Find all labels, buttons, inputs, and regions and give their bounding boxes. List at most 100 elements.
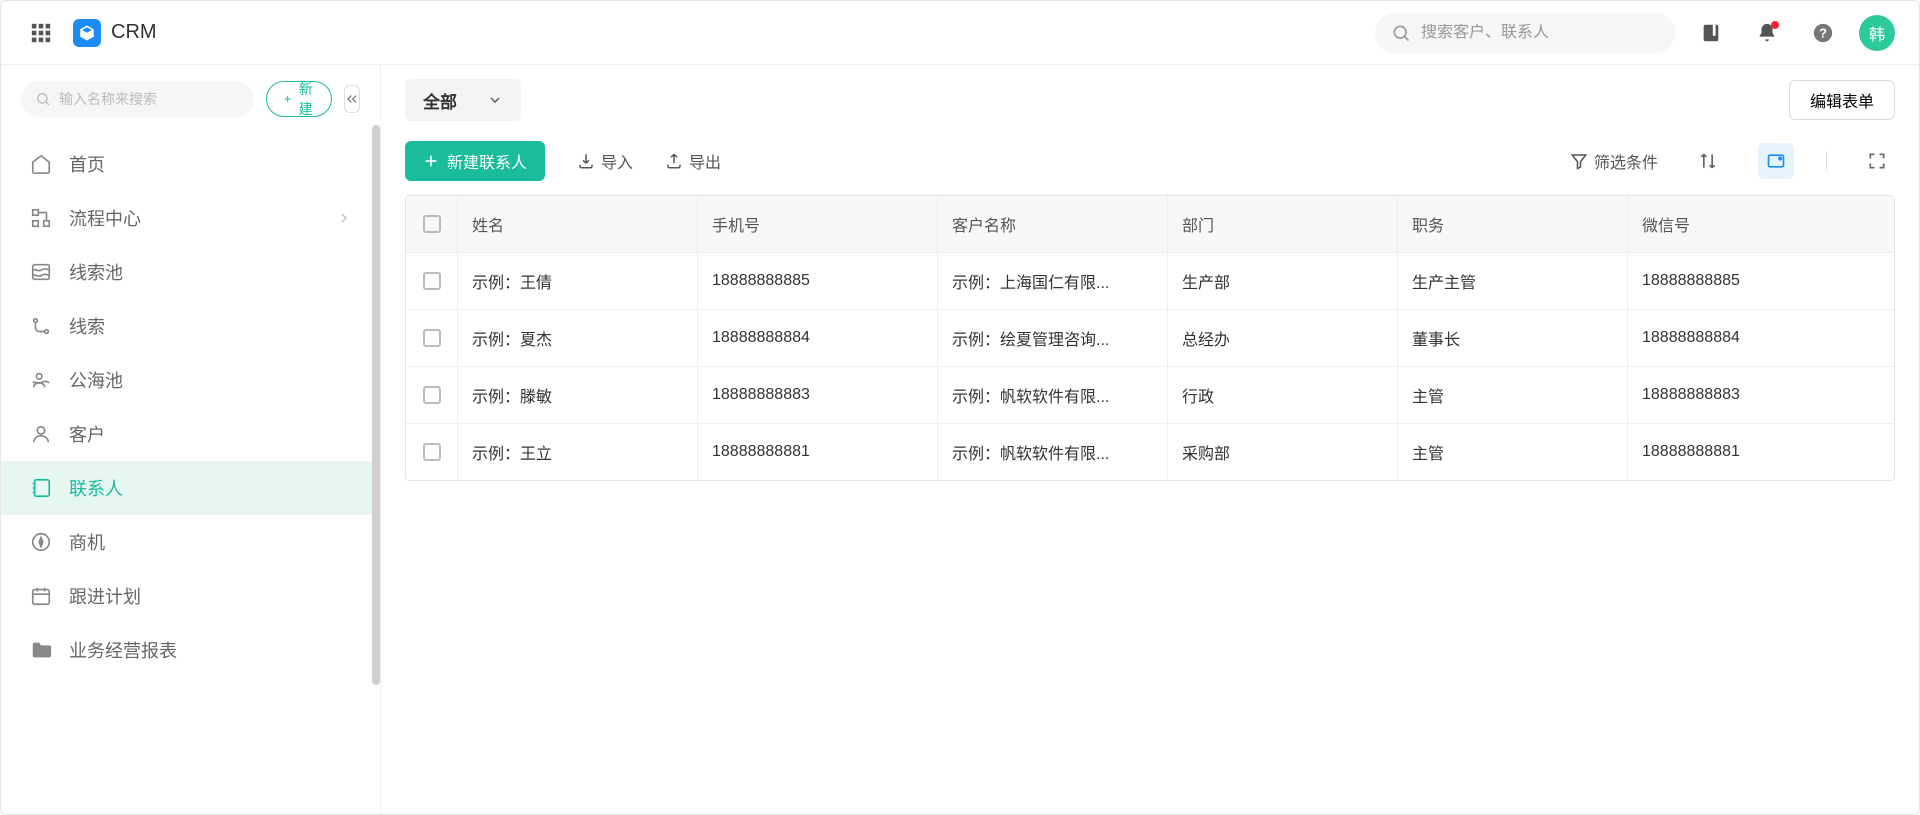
- sidebar-search-input[interactable]: [59, 91, 240, 107]
- app-grid-button[interactable]: [25, 17, 57, 49]
- table-header-row: 姓名 手机号 客户名称 部门 职务 微信号: [406, 196, 1894, 253]
- plus-icon: [423, 153, 439, 169]
- col-header-dept[interactable]: 部门: [1168, 196, 1398, 252]
- new-button[interactable]: 新建: [266, 81, 332, 117]
- export-label: 导出: [689, 149, 721, 173]
- nav-label: 线索: [69, 313, 352, 339]
- chevron-down-icon: [487, 92, 503, 108]
- chevron-right-icon: [336, 210, 352, 226]
- nav-label: 联系人: [69, 475, 352, 501]
- view-card-button[interactable]: [1758, 143, 1794, 179]
- nav-opportunities[interactable]: 商机: [1, 515, 380, 569]
- row-checkbox[interactable]: [423, 329, 441, 347]
- nav-public-pool[interactable]: 公海池: [1, 353, 380, 407]
- cell-phone: 18888888885: [698, 253, 938, 309]
- sidebar-search[interactable]: [21, 81, 254, 117]
- import-label: 导入: [601, 149, 633, 173]
- cell-dept: 生产部: [1168, 253, 1398, 309]
- calendar-icon: [30, 585, 52, 607]
- nav-label: 首页: [69, 151, 352, 177]
- export-icon: [665, 152, 683, 170]
- help-icon: ?: [1812, 22, 1834, 44]
- row-checkbox[interactable]: [423, 386, 441, 404]
- nav-label: 业务经营报表: [69, 637, 352, 663]
- app-name: CRM: [111, 21, 157, 44]
- nav-followup[interactable]: 跟进计划: [1, 569, 380, 623]
- waves-icon: [30, 261, 52, 283]
- global-search-input[interactable]: [1421, 24, 1659, 42]
- nav-customers[interactable]: 客户: [1, 407, 380, 461]
- cell-customer: 示例：帆软软件有限...: [938, 367, 1168, 423]
- apps-grid-icon: [30, 22, 52, 44]
- target-icon: [30, 531, 52, 553]
- app-logo[interactable]: CRM: [73, 19, 157, 47]
- nav-home[interactable]: 首页: [1, 137, 380, 191]
- chevron-double-left-icon: [345, 92, 359, 106]
- import-icon: [577, 152, 595, 170]
- view-filter-select[interactable]: 全部: [405, 79, 521, 121]
- fullscreen-button[interactable]: [1859, 143, 1895, 179]
- table-row[interactable]: 示例：滕敏 18888888883 示例：帆软软件有限... 行政 主管 188…: [406, 367, 1894, 424]
- table-row[interactable]: 示例：王倩 18888888885 示例：上海国仁有限... 生产部 生产主管 …: [406, 253, 1894, 310]
- new-button-label: 新建: [296, 79, 315, 119]
- toolbar: 新建联系人 导入 导出 筛选条件: [405, 135, 1895, 195]
- home-icon: [30, 153, 52, 175]
- table-row[interactable]: 示例：夏杰 18888888884 示例：绘夏管理咨询... 总经办 董事长 1…: [406, 310, 1894, 367]
- user-icon: [30, 423, 52, 445]
- col-header-name[interactable]: 姓名: [458, 196, 698, 252]
- table-row[interactable]: 示例：王立 18888888881 示例：帆软软件有限... 采购部 主管 18…: [406, 424, 1894, 480]
- nav-contacts[interactable]: 联系人: [1, 461, 380, 515]
- topbar: CRM ? 韩: [1, 1, 1919, 65]
- export-button[interactable]: 导出: [665, 149, 721, 173]
- cell-dept: 总经办: [1168, 310, 1398, 366]
- sidebar: 新建 首页 流程中心 线索池: [1, 65, 381, 814]
- cell-dept: 行政: [1168, 367, 1398, 423]
- user-avatar[interactable]: 韩: [1859, 15, 1895, 51]
- cell-wechat: 18888888885: [1628, 253, 1894, 309]
- sidebar-scrollbar[interactable]: [372, 125, 380, 685]
- nav-reports[interactable]: 业务经营报表: [1, 623, 380, 677]
- cell-phone: 18888888884: [698, 310, 938, 366]
- edit-form-button[interactable]: 编辑表单: [1789, 80, 1895, 120]
- notifications-button[interactable]: [1747, 13, 1787, 53]
- sort-icon: [1698, 151, 1718, 171]
- cell-wechat: 18888888884: [1628, 310, 1894, 366]
- cell-name: 示例：夏杰: [458, 310, 698, 366]
- new-contact-label: 新建联系人: [447, 149, 527, 173]
- col-header-customer[interactable]: 客户名称: [938, 196, 1168, 252]
- global-search[interactable]: [1375, 13, 1675, 53]
- sort-button[interactable]: [1690, 143, 1726, 179]
- col-header-phone[interactable]: 手机号: [698, 196, 938, 252]
- nav-workflow[interactable]: 流程中心: [1, 191, 380, 245]
- contacts-icon: [30, 477, 52, 499]
- col-header-job[interactable]: 职务: [1398, 196, 1628, 252]
- cell-job: 主管: [1398, 367, 1628, 423]
- filter-conditions-button[interactable]: 筛选条件: [1570, 149, 1658, 173]
- contacts-table: 姓名 手机号 客户名称 部门 职务 微信号 示例：王倩 18888888885 …: [405, 195, 1895, 481]
- expand-icon: [1867, 151, 1887, 171]
- import-button[interactable]: 导入: [577, 149, 633, 173]
- new-contact-button[interactable]: 新建联系人: [405, 141, 545, 181]
- filter-icon: [1570, 152, 1588, 170]
- nav-leads[interactable]: 线索: [1, 299, 380, 353]
- row-checkbox[interactable]: [423, 443, 441, 461]
- logo-icon: [73, 19, 101, 47]
- select-all-checkbox[interactable]: [423, 215, 441, 233]
- col-header-wechat[interactable]: 微信号: [1628, 196, 1894, 252]
- collapse-sidebar-button[interactable]: [344, 85, 360, 113]
- bookmark-button[interactable]: [1691, 13, 1731, 53]
- main-content: 全部 编辑表单 新建联系人 导入 导出: [381, 65, 1919, 814]
- help-button[interactable]: ?: [1803, 13, 1843, 53]
- nav-lead-pool[interactable]: 线索池: [1, 245, 380, 299]
- search-icon: [35, 91, 51, 107]
- nav-list: 首页 流程中心 线索池 线索 公海池: [1, 129, 380, 685]
- bookmark-icon: [1700, 22, 1722, 44]
- nav-label: 线索池: [69, 259, 352, 285]
- cell-name: 示例：王倩: [458, 253, 698, 309]
- plus-icon: [283, 92, 292, 106]
- row-checkbox[interactable]: [423, 272, 441, 290]
- cell-dept: 采购部: [1168, 424, 1398, 480]
- cell-phone: 18888888881: [698, 424, 938, 480]
- cell-job: 主管: [1398, 424, 1628, 480]
- workflow-icon: [30, 207, 52, 229]
